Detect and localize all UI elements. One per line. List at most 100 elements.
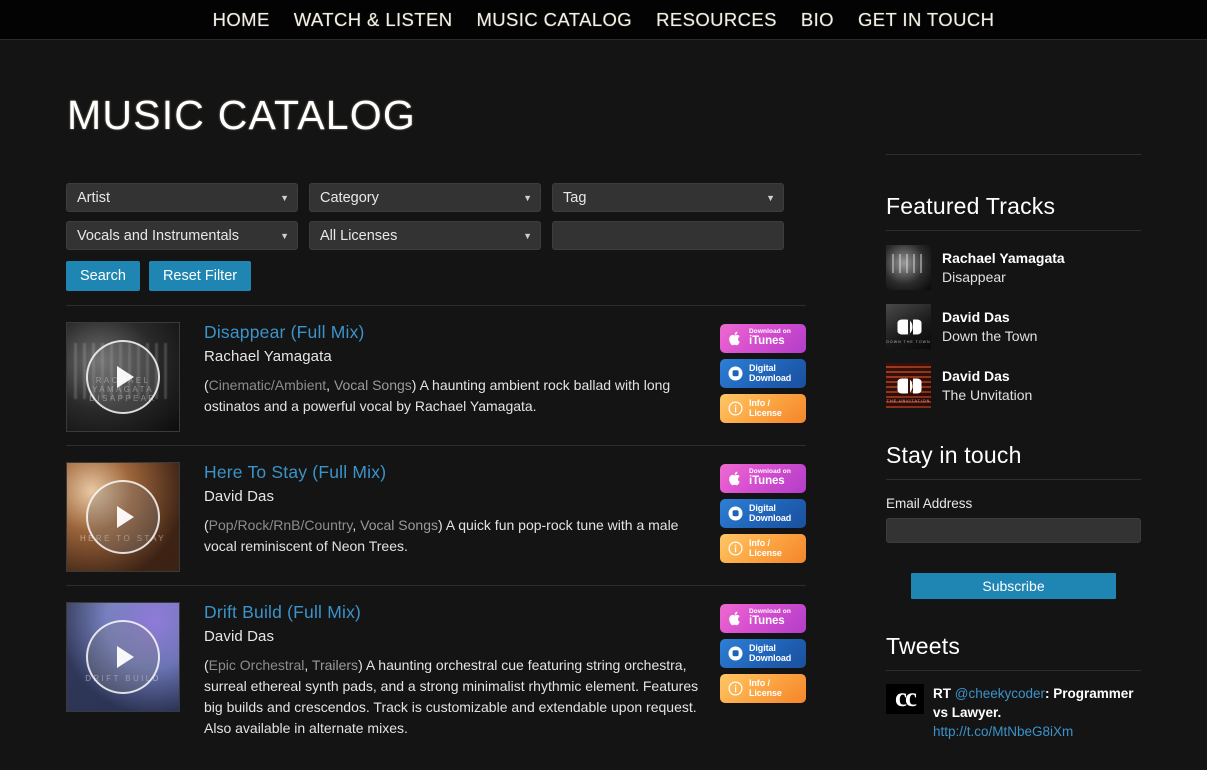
- track-category-link[interactable]: Vocal Songs: [334, 377, 412, 393]
- track-info: Disappear (Full Mix) Rachael Yamagata (C…: [180, 320, 720, 432]
- tweets-heading-rule: [886, 670, 1141, 671]
- info-license-button[interactable]: Info / License: [720, 674, 806, 703]
- featured-song: Disappear: [942, 268, 1065, 287]
- download-button-group: Download on iTunes Digital Download: [720, 460, 806, 572]
- track-title[interactable]: Disappear (Full Mix): [204, 322, 720, 343]
- chevron-down-icon: ▼: [280, 193, 289, 203]
- itunes-label: Download on iTunes: [749, 329, 791, 347]
- info-label: Info / License: [749, 539, 782, 557]
- info-license-button[interactable]: Info / License: [720, 534, 806, 563]
- keyword-input[interactable]: [552, 221, 784, 250]
- featured-tracks-heading: Featured Tracks: [886, 193, 1141, 220]
- nav-bio[interactable]: BIO: [789, 9, 846, 31]
- track-category-link[interactable]: Cinematic/Ambient: [209, 377, 327, 393]
- track-info: Here To Stay (Full Mix) David Das (Pop/R…: [180, 460, 720, 572]
- licenses-select-value: All Licenses: [320, 228, 397, 244]
- email-address-label: Email Address: [886, 496, 1141, 511]
- nav-list: HOME WATCH & LISTEN MUSIC CATALOG RESOUR…: [201, 9, 1007, 31]
- featured-thumbnail: the unvitation: [886, 363, 931, 408]
- tweet-handle[interactable]: @cheekycoder: [955, 686, 1045, 701]
- featured-song: The Unvitation: [942, 386, 1032, 405]
- itunes-download-button[interactable]: Download on iTunes: [720, 464, 806, 493]
- subscribe-button[interactable]: Subscribe: [911, 573, 1116, 599]
- reset-filter-button[interactable]: Reset Filter: [149, 261, 251, 291]
- track-category-link[interactable]: Epic Orchestral: [209, 657, 305, 673]
- featured-text: David Das Down the Town: [942, 308, 1037, 346]
- featured-song: Down the Town: [942, 327, 1037, 346]
- tweet-tail: .: [998, 705, 1002, 720]
- itunes-label: Download on iTunes: [749, 609, 791, 627]
- featured-heading-rule: [886, 230, 1141, 231]
- track-description: (Epic Orchestral, Trailers) A haunting o…: [204, 655, 704, 739]
- digital-download-button[interactable]: Digital Download: [720, 359, 806, 388]
- vocals-select[interactable]: Vocals and Instrumentals ▼: [66, 221, 298, 250]
- track-thumbnail[interactable]: Drift Build: [66, 602, 180, 712]
- track-category-link[interactable]: Vocal Songs: [360, 517, 438, 533]
- main-column: MUSIC CATALOG Artist ▼ Category ▼ Tag ▼: [66, 92, 806, 741]
- dd-logo-icon: [895, 318, 923, 335]
- featured-artist: David Das: [942, 367, 1032, 386]
- chevron-down-icon: ▼: [766, 193, 775, 203]
- tweet-prefix: RT: [933, 686, 955, 701]
- track-thumbnail[interactable]: Here To Stay: [66, 462, 180, 572]
- licenses-select[interactable]: All Licenses ▼: [309, 221, 541, 250]
- digital-download-button[interactable]: Digital Download: [720, 499, 806, 528]
- dd-logo-icon: [895, 377, 923, 394]
- info-circle-icon: [725, 541, 745, 556]
- chevron-down-icon: ▼: [280, 231, 289, 241]
- featured-track-item[interactable]: the unvitation David Das The Unvitation: [886, 363, 1141, 408]
- info-line2: License: [749, 549, 782, 558]
- track-title[interactable]: Here To Stay (Full Mix): [204, 462, 720, 483]
- filter-actions: Search Reset Filter: [66, 261, 806, 291]
- featured-track-item[interactable]: down the town David Das Down the Town: [886, 304, 1141, 349]
- tweets-heading: Tweets: [886, 633, 1141, 660]
- artist-select-value: Artist: [77, 190, 110, 206]
- track-title[interactable]: Drift Build (Full Mix): [204, 602, 720, 623]
- featured-artist: David Das: [942, 308, 1037, 327]
- digital-download-button[interactable]: Digital Download: [720, 639, 806, 668]
- track-category-link[interactable]: Pop/Rock/RnB/Country: [209, 517, 353, 533]
- info-line2: License: [749, 409, 782, 418]
- nav-resources[interactable]: RESOURCES: [644, 9, 789, 31]
- track-description: (Cinematic/Ambient, Vocal Songs) A haunt…: [204, 375, 704, 417]
- track-category-link[interactable]: Trailers: [312, 657, 358, 673]
- chevron-down-icon: ▼: [523, 231, 532, 241]
- track-artist: Rachael Yamagata: [204, 348, 720, 365]
- sidebar: Featured Tracks Rachael Yamagata Disappe…: [886, 92, 1141, 741]
- track-thumbnail[interactable]: rachael yamagata disappear: [66, 322, 180, 432]
- digital-line2: Download: [749, 374, 791, 383]
- itunes-download-button[interactable]: Download on iTunes: [720, 324, 806, 353]
- track-description: (Pop/Rock/RnB/Country, Vocal Songs) A qu…: [204, 515, 704, 557]
- nav-get-in-touch[interactable]: GET IN TOUCH: [846, 9, 1006, 31]
- artist-select[interactable]: Artist ▼: [66, 183, 298, 212]
- digital-download-icon: [725, 646, 745, 661]
- tweet-link[interactable]: http://t.co/MtNbeG8iXm: [933, 724, 1073, 739]
- play-icon: [86, 480, 160, 554]
- track-artist: David Das: [204, 488, 720, 505]
- category-select[interactable]: Category ▼: [309, 183, 541, 212]
- track-row: rachael yamagata disappear Disappear (Fu…: [66, 306, 806, 432]
- search-button[interactable]: Search: [66, 261, 140, 291]
- digital-line2: Download: [749, 514, 791, 523]
- track-info: Drift Build (Full Mix) David Das (Epic O…: [180, 600, 720, 739]
- digital-download-icon: [725, 506, 745, 521]
- nav-music-catalog[interactable]: MUSIC CATALOG: [464, 9, 644, 31]
- featured-thumbnail: [886, 245, 931, 290]
- featured-text: Rachael Yamagata Disappear: [942, 249, 1065, 287]
- page-body: MUSIC CATALOG Artist ▼ Category ▼ Tag ▼: [0, 40, 1207, 769]
- info-license-button[interactable]: Info / License: [720, 394, 806, 423]
- itunes-line2: iTunes: [749, 476, 791, 488]
- nav-watch-listen[interactable]: WATCH & LISTEN: [282, 9, 465, 31]
- nav-home[interactable]: HOME: [201, 9, 282, 31]
- avatar: cc: [886, 684, 924, 714]
- chevron-down-icon: ▼: [523, 193, 532, 203]
- play-icon: [86, 620, 160, 694]
- email-field[interactable]: [886, 518, 1141, 543]
- category-select-value: Category: [320, 190, 379, 206]
- tweet-separator: :: [1045, 686, 1053, 701]
- download-button-group: Download on iTunes Digital Download: [720, 320, 806, 432]
- itunes-download-button[interactable]: Download on iTunes: [720, 604, 806, 633]
- featured-track-item[interactable]: Rachael Yamagata Disappear: [886, 245, 1141, 290]
- subscribe-row: Subscribe: [886, 573, 1141, 599]
- tag-select[interactable]: Tag ▼: [552, 183, 784, 212]
